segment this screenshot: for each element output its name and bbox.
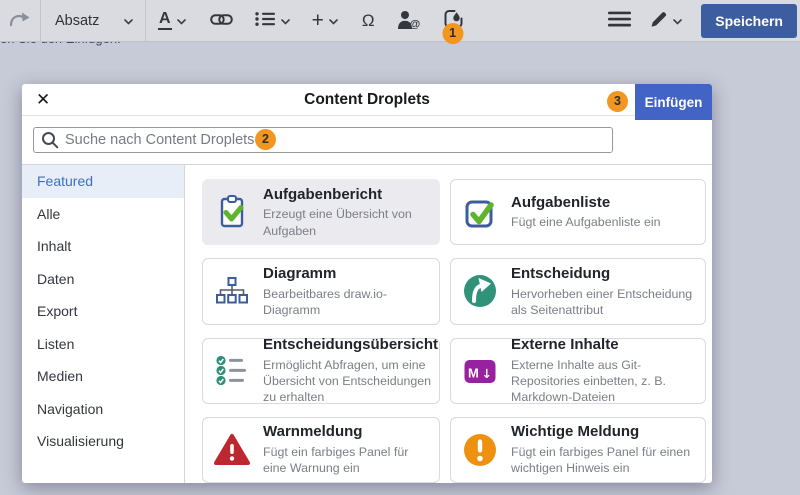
droplet-card-warnmeldung[interactable]: Warnmeldung Fügt ein farbiges Panel für … xyxy=(202,417,440,483)
bullet-list-icon xyxy=(255,11,276,30)
droplet-title: Aufgabenliste xyxy=(511,194,661,213)
mention-button[interactable]: @ xyxy=(388,0,429,42)
clipped-page-text: en Sie den Einfügen. xyxy=(0,42,220,48)
chevron-down-icon xyxy=(281,13,290,28)
droplet-description: Fügt eine Aufgabenliste ein xyxy=(511,214,661,230)
droplet-description: Erzeugt eine Übersicht von Aufgaben xyxy=(263,206,429,238)
chevron-down-icon xyxy=(673,13,682,28)
warning-triangle-icon xyxy=(213,433,251,467)
hamburger-menu-icon xyxy=(608,11,631,30)
droplet-card-entscheidungsuebersicht[interactable]: Entscheidungsübersicht Ermöglicht Abfrag… xyxy=(202,338,440,404)
markdown-icon: M↓ xyxy=(461,356,499,386)
text-color-icon: A xyxy=(158,11,172,30)
category-sidebar: Featured Alle Inhalt Daten Export Listen… xyxy=(22,165,185,483)
svg-text:↓: ↓ xyxy=(482,366,492,381)
search-input[interactable] xyxy=(33,127,613,153)
droplet-title: Entscheidungsübersicht xyxy=(263,336,438,355)
droplet-title: Externe Inhalte xyxy=(511,336,695,355)
decision-arrow-icon xyxy=(461,273,499,309)
droplet-title: Entscheidung xyxy=(511,265,695,284)
droplet-grid: Aufgabenbericht Erzeugt eine Übersicht v… xyxy=(185,165,712,483)
special-character-button[interactable]: Ω xyxy=(353,0,384,42)
omega-icon: Ω xyxy=(362,12,375,29)
droplet-card-externe-inhalte[interactable]: M↓ Externe Inhalte Externe Inhalte aus G… xyxy=(450,338,706,404)
important-circle-icon xyxy=(461,432,499,468)
list-format-button[interactable] xyxy=(246,0,299,42)
sidebar-item-medien[interactable]: Medien xyxy=(22,360,184,393)
droplet-title: Wichtige Meldung xyxy=(511,423,695,442)
search-icon xyxy=(41,131,59,154)
chevron-down-icon xyxy=(329,13,338,28)
sidebar-item-featured[interactable]: Featured xyxy=(22,165,184,198)
paragraph-style-dropdown[interactable]: Absatz xyxy=(41,0,145,42)
sidebar-item-export[interactable]: Export xyxy=(22,295,184,328)
close-icon[interactable]: ✕ xyxy=(22,91,50,108)
droplet-description: Fügt ein farbiges Panel für eine Warnung… xyxy=(263,444,429,476)
content-droplet-button[interactable]: 1 xyxy=(433,0,473,42)
editor-toolbar: Absatz A + Ω @ 1 xyxy=(0,0,800,42)
step-badge-2: 2 xyxy=(255,129,276,150)
svg-text:@: @ xyxy=(409,18,420,29)
chevron-down-icon xyxy=(124,13,133,29)
droplet-title: Aufgabenbericht xyxy=(263,186,429,205)
droplet-title: Warnmeldung xyxy=(263,423,429,442)
svg-text:M: M xyxy=(468,365,479,380)
paragraph-style-label: Absatz xyxy=(55,13,99,29)
droplet-description: Fügt ein farbiges Panel für einen wichti… xyxy=(511,444,695,476)
edit-mode-button[interactable] xyxy=(640,0,691,42)
sidebar-item-inhalt[interactable]: Inhalt xyxy=(22,230,184,263)
droplet-description: Externe Inhalte aus Git-Repositories ein… xyxy=(511,357,695,405)
search-section: 2 xyxy=(22,116,712,165)
toolbar-separator xyxy=(145,0,146,42)
droplet-description: Bearbeitbares draw.io-Diagramm xyxy=(263,286,429,318)
checkbox-check-icon xyxy=(461,195,499,229)
link-icon xyxy=(210,12,233,30)
decision-list-icon xyxy=(213,355,251,387)
insert-link-button[interactable] xyxy=(201,0,242,42)
text-color-button[interactable]: A xyxy=(149,0,195,42)
sidebar-item-navigation[interactable]: Navigation xyxy=(22,393,184,426)
chevron-down-icon xyxy=(177,13,186,28)
content-droplets-dialog: Einfügen 3 ✕ Content Droplets 2 Featured… xyxy=(22,84,712,483)
droplet-card-aufgabenliste[interactable]: Aufgabenliste Fügt eine Aufgabenliste ei… xyxy=(450,179,706,245)
sidebar-item-visualisierung[interactable]: Visualisierung xyxy=(22,425,184,458)
sidebar-item-listen[interactable]: Listen xyxy=(22,328,184,361)
plus-icon: + xyxy=(312,10,324,31)
save-button[interactable]: Speichern xyxy=(701,4,797,38)
insert-more-button[interactable]: + xyxy=(303,0,347,42)
droplet-title: Diagramm xyxy=(263,265,429,284)
step-badge-1: 1 xyxy=(442,23,463,44)
droplet-card-wichtige-meldung[interactable]: Wichtige Meldung Fügt ein farbiges Panel… xyxy=(450,417,706,483)
clipboard-check-icon xyxy=(213,194,251,230)
droplet-card-diagramm[interactable]: Diagramm Bearbeitbares draw.io-Diagramm xyxy=(202,258,440,324)
drawio-diagram-icon xyxy=(213,276,251,306)
droplet-card-entscheidung[interactable]: Entscheidung Hervorheben einer Entscheid… xyxy=(450,258,706,324)
droplet-card-aufgabenbericht[interactable]: Aufgabenbericht Erzeugt eine Übersicht v… xyxy=(202,179,440,245)
redo-button[interactable] xyxy=(0,0,40,42)
mention-icon: @ xyxy=(397,10,420,32)
droplet-description: Ermöglicht Abfragen, um eine Übersicht v… xyxy=(263,357,438,405)
droplet-description: Hervorheben einer Entscheidung als Seite… xyxy=(511,286,695,318)
sidebar-item-alle[interactable]: Alle xyxy=(22,198,184,231)
insert-button[interactable]: Einfügen xyxy=(635,84,712,120)
pencil-icon xyxy=(649,10,668,32)
redo-icon xyxy=(9,11,31,30)
step-badge-3: 3 xyxy=(607,91,628,112)
overflow-menu-button[interactable] xyxy=(599,0,640,42)
sidebar-item-daten[interactable]: Daten xyxy=(22,263,184,296)
